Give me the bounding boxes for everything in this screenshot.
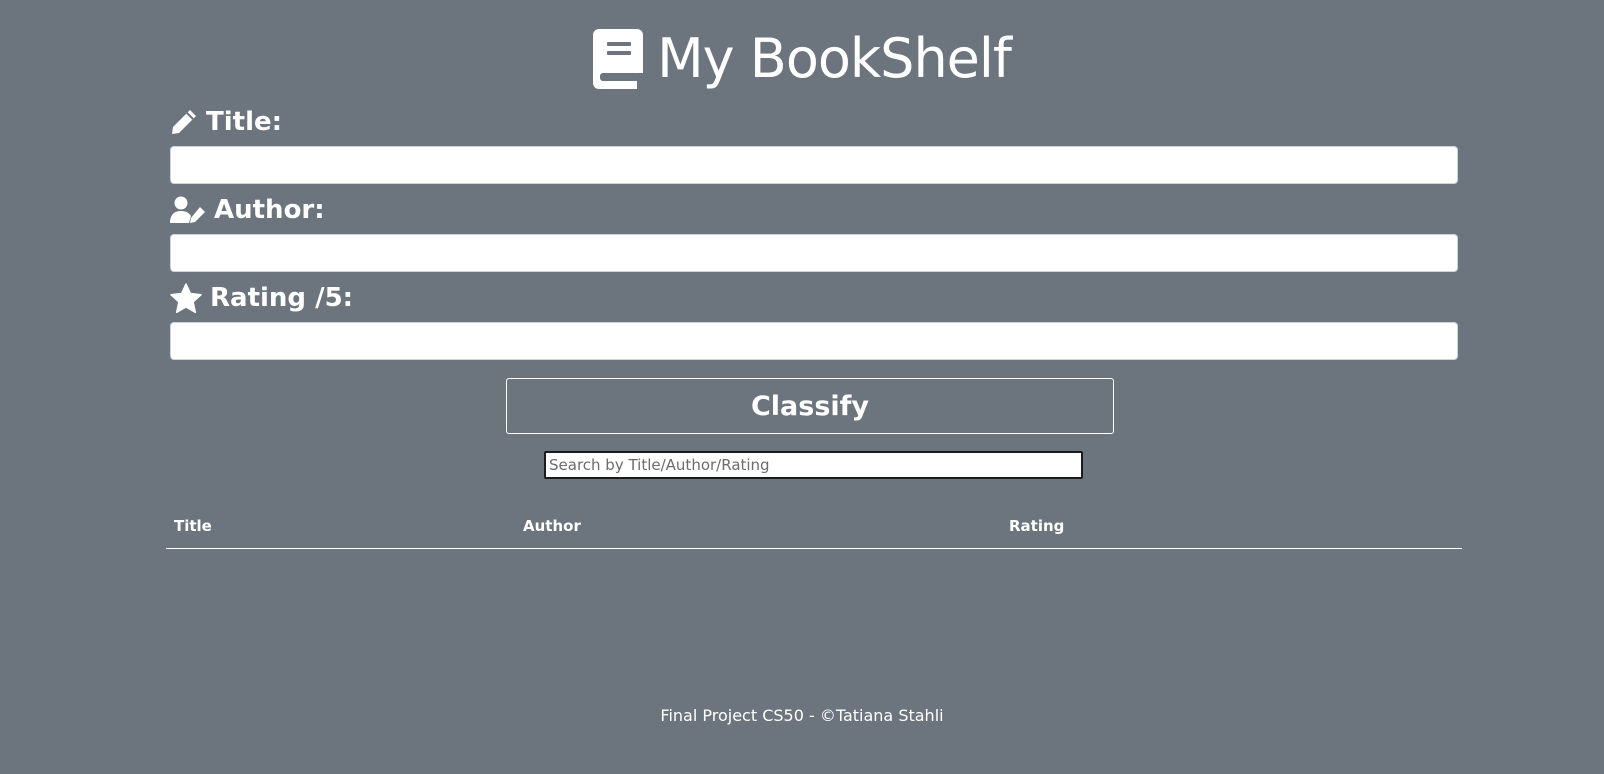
author-label-text: Author: xyxy=(214,195,325,225)
book-form: Title: Author: Rating /5: xyxy=(170,102,1458,366)
rating-label: Rating /5: xyxy=(170,278,1458,318)
classify-button[interactable]: Classify xyxy=(506,378,1114,434)
rating-input[interactable] xyxy=(170,322,1458,360)
title-label: Title: xyxy=(170,102,1458,142)
footer-text: Final Project CS50 - ©Tatiana Stahli xyxy=(660,706,944,725)
star-icon xyxy=(170,283,202,313)
header: My BookShelf xyxy=(0,24,1604,94)
book-icon xyxy=(593,29,644,89)
rating-label-text: Rating /5: xyxy=(210,283,354,313)
page: My BookShelf Title: Author: Rating /5: C… xyxy=(0,0,1604,774)
app-title: My BookShelf xyxy=(657,27,1012,90)
user-pen-icon xyxy=(170,196,205,223)
author-label: Author: xyxy=(170,190,1458,230)
pencil-icon xyxy=(172,110,196,134)
search-input[interactable] xyxy=(544,451,1083,479)
table-header-row: Title Author Rating xyxy=(166,504,1462,549)
books-table: Title Author Rating xyxy=(166,504,1462,549)
title-input[interactable] xyxy=(170,146,1458,184)
title-label-text: Title: xyxy=(206,107,283,137)
author-input[interactable] xyxy=(170,234,1458,272)
column-header-title: Title xyxy=(166,504,515,549)
column-header-author: Author xyxy=(515,504,1001,549)
column-header-rating: Rating xyxy=(1001,504,1462,549)
